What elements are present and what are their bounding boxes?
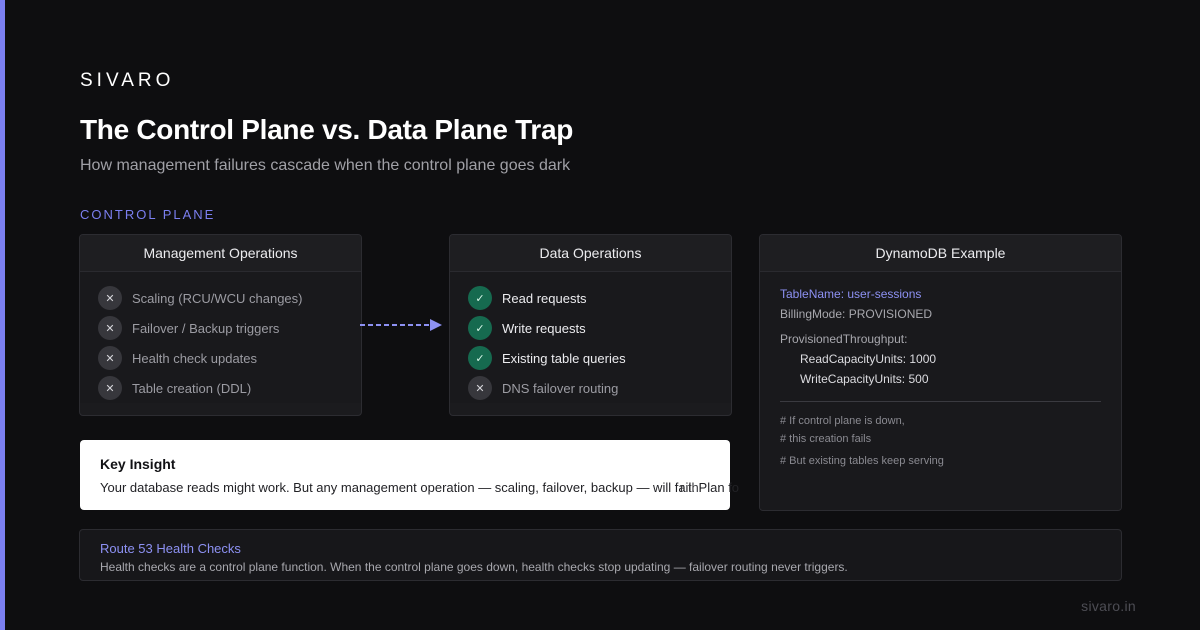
key-insight-overflow: r th — [680, 480, 759, 497]
dynamodb-example-title: DynamoDB Example — [760, 235, 1121, 272]
key-insight-overflow-text: r th — [680, 480, 699, 495]
list-item: ✕ DNS failover routing — [468, 373, 713, 403]
code-billing-mode: BillingMode: PROVISIONED — [780, 307, 933, 321]
key-insight-callout: Key Insight Your database reads might wo… — [80, 440, 739, 510]
footer-domain: sivaro.in — [1081, 598, 1136, 614]
list-item-label: Existing table queries — [502, 350, 626, 366]
list-item-label: DNS failover routing — [502, 380, 619, 396]
x-icon: ✕ — [98, 376, 122, 400]
management-operations-title: Management Operations — [80, 235, 361, 272]
route53-banner: Route 53 Health Checks Health checks are… — [79, 529, 1122, 581]
list-item: ✓ Write requests — [468, 313, 713, 343]
management-operations-list: ✕ Scaling (RCU/WCU changes) ✕ Failover /… — [80, 272, 361, 403]
code-comment: # If control plane is down, — [780, 415, 905, 427]
code-read-capacity: ReadCapacityUnits: 1000 — [800, 352, 937, 366]
page-title: The Control Plane vs. Data Plane Trap — [80, 114, 574, 145]
list-item-label: Read requests — [502, 290, 587, 306]
dashed-arrow-icon — [360, 319, 442, 331]
list-item-label: Write requests — [502, 320, 586, 336]
list-item: ✕ Failover / Backup triggers — [98, 313, 343, 343]
code-write-capacity: WriteCapacityUnits: 500 — [800, 372, 929, 386]
x-icon: ✕ — [98, 316, 122, 340]
list-item-label: Failover / Backup triggers — [132, 320, 280, 336]
accent-bar — [0, 0, 5, 630]
check-icon: ✓ — [468, 286, 492, 310]
x-icon: ✕ — [468, 376, 492, 400]
management-operations-card: Management Operations ✕ Scaling (RCU/WCU… — [79, 234, 362, 416]
data-operations-list: ✓ Read requests ✓ Write requests ✓ Exist… — [450, 272, 731, 403]
code-block: TableName: user-sessions BillingMode: PR… — [760, 272, 1121, 510]
dynamodb-example-card: DynamoDB Example TableName: user-session… — [759, 234, 1122, 511]
list-item: ✕ Health check updates — [98, 343, 343, 373]
page-subtitle: How management failures cascade when the… — [80, 157, 571, 174]
code-table-name: TableName: user-sessions — [780, 287, 922, 301]
key-insight-text: Your database reads might work. But any … — [100, 480, 740, 495]
list-item: ✓ Read requests — [468, 283, 713, 313]
list-item-label: Table creation (DDL) — [132, 380, 252, 396]
route53-text: Health checks are a control plane functi… — [100, 560, 848, 574]
list-item-label: Health check updates — [132, 350, 258, 366]
route53-title: Route 53 Health Checks — [100, 541, 241, 556]
code-comment: # But existing tables keep serving — [780, 455, 944, 467]
key-insight-title: Key Insight — [100, 456, 176, 472]
x-icon: ✕ — [98, 346, 122, 370]
list-item-label: Scaling (RCU/WCU changes) — [132, 290, 303, 306]
x-icon: ✕ — [98, 286, 122, 310]
list-item: ✕ Scaling (RCU/WCU changes) — [98, 283, 343, 313]
code-comment: # this creation fails — [780, 433, 872, 445]
code-divider — [780, 401, 1101, 402]
data-operations-card: Data Operations ✓ Read requests ✓ Write … — [449, 234, 732, 416]
check-icon: ✓ — [468, 316, 492, 340]
check-icon: ✓ — [468, 346, 492, 370]
list-item: ✕ Table creation (DDL) — [98, 373, 343, 403]
section-label-control-plane: CONTROL PLANE — [80, 207, 216, 222]
brand-logo: SIVARO — [80, 70, 175, 91]
list-item: ✓ Existing table queries — [468, 343, 713, 373]
code-throughput-label: ProvisionedThroughput: — [780, 332, 908, 346]
data-operations-title: Data Operations — [450, 235, 731, 272]
